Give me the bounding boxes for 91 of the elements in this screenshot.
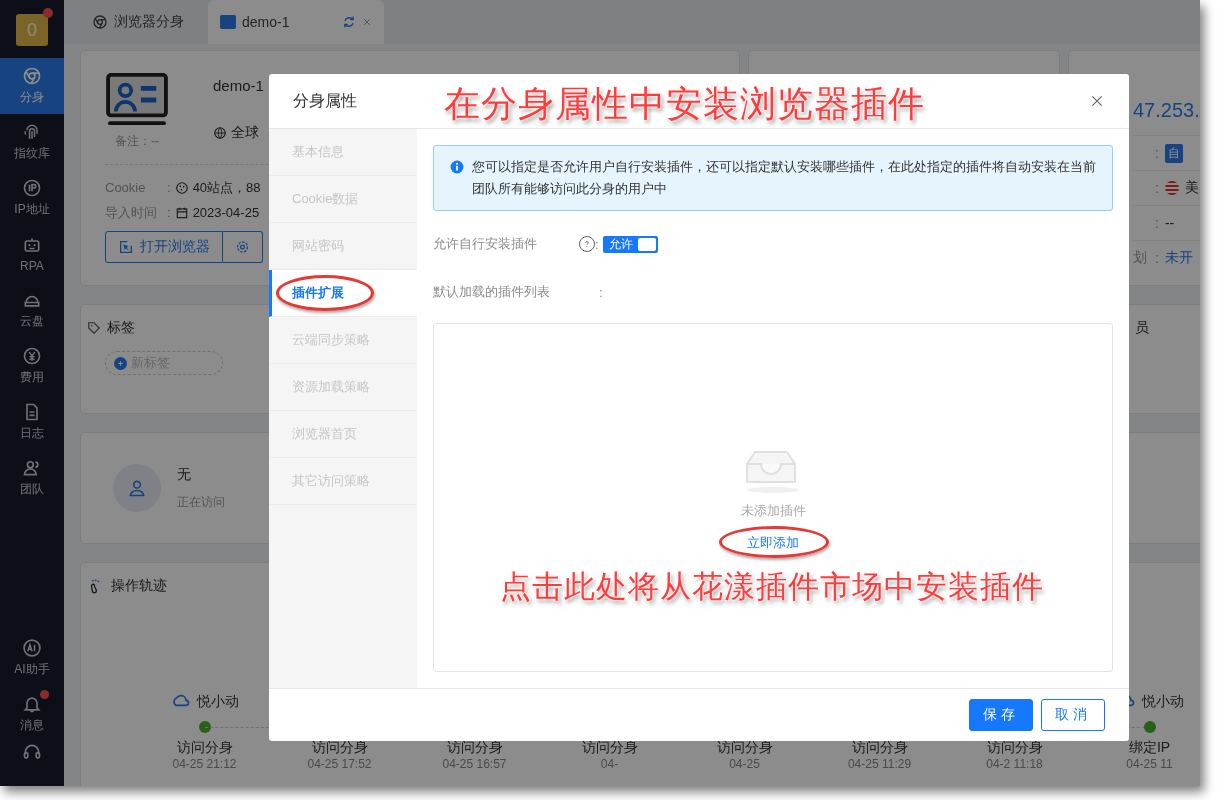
tab[interactable]: demo-1	[208, 0, 384, 44]
event-time: 04-25 11	[1126, 757, 1173, 771]
colon-text: :	[595, 236, 599, 252]
timeline-dot	[1143, 721, 1156, 733]
colon-text: :	[599, 284, 603, 300]
event-action: 访问分身	[581, 739, 638, 755]
sidebar-item[interactable]: 指纹库	[0, 114, 64, 170]
colon-text: :	[1155, 145, 1159, 161]
sidebar-item[interactable]: 费用	[0, 338, 64, 394]
event-time: 04-2 11:18	[986, 757, 1043, 771]
field-value: 美	[1184, 179, 1199, 197]
card-title: 标签	[107, 319, 135, 337]
event-time: 04-25 16:57	[442, 757, 507, 771]
close-icon[interactable]	[1089, 93, 1105, 109]
event-action: 访问分身	[851, 739, 908, 755]
cursor-box-icon	[118, 239, 134, 255]
empty-text: 未添加插件	[740, 501, 806, 520]
event-time: 04-25 17:52	[307, 757, 372, 771]
page-icon	[220, 15, 236, 29]
toggle-switch[interactable]: 允许	[602, 235, 658, 253]
visitor-name: 无	[177, 465, 192, 484]
plus-icon	[114, 356, 127, 370]
settings-icon	[235, 239, 250, 255]
open-browser-button[interactable]: 打开浏览器	[105, 231, 223, 263]
chrome-icon	[92, 14, 108, 30]
flag-icon	[1164, 181, 1179, 195]
colon-text: :	[1155, 250, 1159, 266]
globe-icon	[213, 126, 227, 140]
add-now-link[interactable]: 立即添加	[747, 534, 799, 550]
id-card-icon	[105, 73, 169, 127]
sidebar-item[interactable]: 分身	[0, 58, 64, 114]
ai-icon	[22, 638, 42, 658]
calendar-icon	[174, 205, 189, 220]
chrome-icon	[22, 66, 42, 86]
field-label: 允许自行安装插件	[433, 235, 538, 253]
annotation-caption: 点击此处将从花漾插件市场中安装插件	[500, 568, 1044, 606]
sidebar-item[interactable]: 消息	[0, 686, 64, 742]
colon-text: :	[1155, 215, 1159, 231]
info-icon	[450, 160, 464, 174]
event-action: 访问分身	[176, 739, 233, 755]
app-name: 悦小动	[1141, 693, 1184, 711]
colon-text: :	[1155, 180, 1159, 196]
colon-text: :	[167, 180, 171, 195]
field-value: --	[1164, 215, 1175, 231]
field-label: 默认加载的插件列表	[433, 283, 551, 301]
settings-button[interactable]	[223, 231, 263, 263]
timeline-dot	[198, 721, 211, 733]
annotation-caption: 在分身属性中安装浏览器插件	[444, 82, 925, 126]
dialog-nav-item[interactable]: 插件扩展	[269, 270, 417, 317]
field-value: 2023-04-25	[192, 205, 260, 220]
type-badge: 自	[1164, 143, 1183, 163]
save-button[interactable]: 保存	[969, 699, 1033, 731]
sidebar-item[interactable]: RPA	[0, 226, 64, 282]
event-time: 04-	[600, 757, 619, 771]
coin-icon	[22, 346, 42, 366]
event-action: 访问分身	[311, 739, 368, 755]
field-value: 未开	[1164, 249, 1193, 267]
event-action: 访问分身	[446, 739, 503, 755]
dialog-title: 分身属性	[293, 90, 357, 111]
refresh-icon	[342, 15, 356, 29]
event-time: 04-25 21:12	[172, 757, 237, 771]
tag-icon	[87, 321, 101, 335]
region-text: 全球	[231, 124, 259, 142]
avatar-icon	[113, 464, 161, 512]
team-icon	[22, 458, 42, 478]
ip-address: 47.253.	[1133, 99, 1200, 123]
event-action: 访问分身	[986, 739, 1043, 755]
event-action: 访问分身	[716, 739, 773, 755]
tab[interactable]: 浏览器分身	[80, 0, 196, 44]
cancel-button[interactable]: 取消	[1041, 699, 1105, 731]
profile-name: demo-1	[213, 77, 264, 94]
bell-icon	[22, 694, 42, 714]
colon-text: :	[167, 205, 171, 220]
notice-text: 您可以指定是否允许用户自行安装插件，还可以指定默认安装哪些插件，在此处指定的插件将自动安装在当前团队所有能够访问此分身的用户中	[472, 158, 1097, 198]
close-icon[interactable]	[362, 17, 372, 27]
sidebar-item[interactable]: 日志	[0, 394, 64, 450]
cookie-icon	[174, 180, 189, 195]
sidebar-item[interactable]: 团队	[0, 450, 64, 506]
card-title: 员	[1135, 319, 1149, 337]
card-title: 操作轨迹	[111, 577, 167, 595]
field-label: Cookie	[105, 180, 147, 195]
sidebar-item[interactable]: IP地址	[0, 170, 64, 226]
headset-icon	[22, 742, 42, 762]
event-time: 04-25	[729, 757, 760, 771]
sidebar-item[interactable]: AI助手	[0, 630, 64, 686]
ip-icon	[22, 178, 42, 198]
field-value: 40站点，88	[192, 178, 261, 197]
event-time: 04-25 11:29	[847, 757, 912, 771]
event-action: 绑定IP	[1128, 739, 1171, 755]
sidebar-item[interactable]: 云盘	[0, 282, 64, 338]
app-name: 悦小动	[196, 693, 239, 711]
